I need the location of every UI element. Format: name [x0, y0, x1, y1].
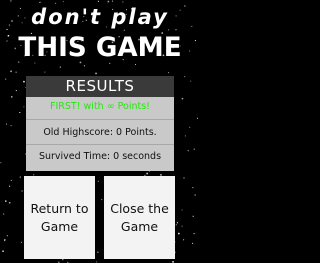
star — [83, 65, 85, 67]
star — [6, 123, 7, 125]
close-game-label: Close the Game — [110, 200, 169, 234]
star — [192, 187, 194, 189]
star — [184, 76, 186, 78]
game-title-line-2: THIS GAME — [18, 32, 182, 63]
star — [19, 176, 21, 178]
star — [11, 96, 13, 98]
first-score-text: FIRST! with ∞ Points! — [50, 101, 150, 112]
star — [101, 199, 103, 201]
results-header: RESULTS — [26, 76, 174, 97]
star — [183, 239, 185, 241]
results-divider — [26, 119, 174, 120]
star — [192, 242, 194, 244]
star — [181, 97, 184, 100]
star — [193, 233, 195, 235]
results-divider — [26, 144, 174, 145]
star — [10, 70, 12, 73]
star — [168, 72, 170, 74]
star — [40, 1, 42, 3]
star — [187, 150, 189, 152]
star — [189, 126, 191, 128]
star — [2, 250, 4, 252]
star — [107, 0, 110, 3]
results-panel: RESULTS FIRST! with ∞ Points! Old Highsc… — [26, 76, 174, 171]
star — [62, 1, 64, 3]
star — [95, 72, 97, 75]
star — [146, 172, 148, 175]
star — [97, 251, 99, 253]
star — [21, 190, 23, 192]
game-title-line-1: don't play — [31, 5, 169, 29]
star — [59, 66, 61, 68]
star — [23, 106, 25, 108]
star — [62, 259, 64, 261]
star — [9, 185, 11, 187]
star — [15, 71, 17, 73]
star — [23, 80, 25, 83]
star — [184, 135, 186, 137]
star — [0, 162, 2, 164]
star — [175, 224, 177, 226]
star — [4, 239, 6, 241]
star — [193, 148, 195, 150]
star — [5, 78, 7, 80]
old-highscore-text: Old Highscore: 0 Points. — [43, 127, 157, 138]
star — [5, 200, 7, 202]
star — [183, 177, 185, 179]
star — [8, 202, 11, 204]
star — [44, 71, 46, 73]
star — [39, 1, 41, 3]
star — [194, 194, 196, 196]
star — [19, 112, 21, 113]
survived-time-text: Survived Time: 0 seconds — [38, 151, 162, 162]
star — [97, 0, 99, 2]
star — [15, 90, 17, 92]
star — [6, 235, 8, 237]
star — [197, 117, 198, 119]
star — [172, 261, 174, 263]
star — [176, 222, 178, 224]
return-to-game-label: Return to Game — [30, 200, 89, 234]
star — [122, 1, 124, 3]
star — [190, 80, 192, 82]
star — [112, 0, 113, 2]
star — [10, 179, 12, 181]
star — [96, 261, 98, 263]
star — [178, 232, 180, 235]
star — [3, 213, 5, 215]
star — [181, 209, 183, 211]
star — [181, 225, 183, 227]
star — [192, 215, 194, 217]
star — [10, 125, 12, 127]
star — [20, 241, 22, 243]
return-to-game-button[interactable]: Return to Game — [24, 176, 95, 259]
close-game-button[interactable]: Close the Game — [104, 176, 175, 259]
star — [97, 180, 99, 182]
star — [10, 0, 12, 2]
